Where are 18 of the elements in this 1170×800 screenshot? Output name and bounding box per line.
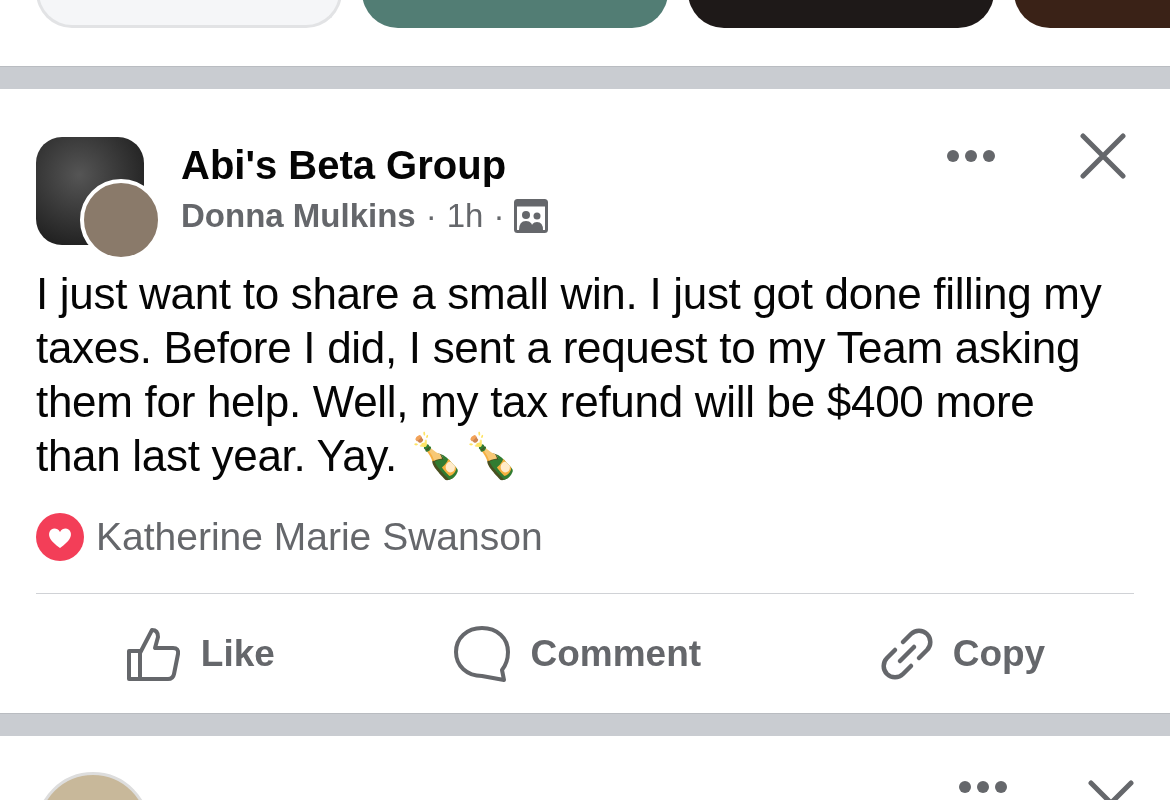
group-avatar-drawing[interactable]	[36, 137, 158, 257]
separator-dot: ·	[425, 197, 437, 235]
link-icon	[878, 625, 935, 682]
reaction-name[interactable]: Katherine Marie Swanson	[96, 515, 543, 559]
close-icon[interactable]	[1080, 133, 1126, 179]
author-name[interactable]: Donna Mulkins	[181, 197, 416, 235]
more-options-icon[interactable]	[946, 149, 996, 163]
heart-reaction-icon[interactable]	[36, 513, 84, 561]
like-button[interactable]: Like	[124, 624, 275, 683]
group-icon	[514, 199, 549, 233]
post-text: I just want to share a small win. I just got done filling my taxes. Before I did, I sent a request to my Team asking them for help. Well, my tax refund will be $400 more than last year. Yay. 🍾🍾	[36, 268, 1103, 482]
post-time[interactable]: 1h	[446, 197, 484, 235]
group-name[interactable]: Abi's Beta Group	[181, 137, 549, 193]
speech-bubble-icon	[452, 623, 513, 684]
copy-button[interactable]: Copy	[878, 625, 1046, 682]
separator-dot: ·	[493, 197, 505, 235]
more-options-icon[interactable]	[958, 780, 1008, 794]
comment-button[interactable]: Comment	[452, 623, 702, 684]
